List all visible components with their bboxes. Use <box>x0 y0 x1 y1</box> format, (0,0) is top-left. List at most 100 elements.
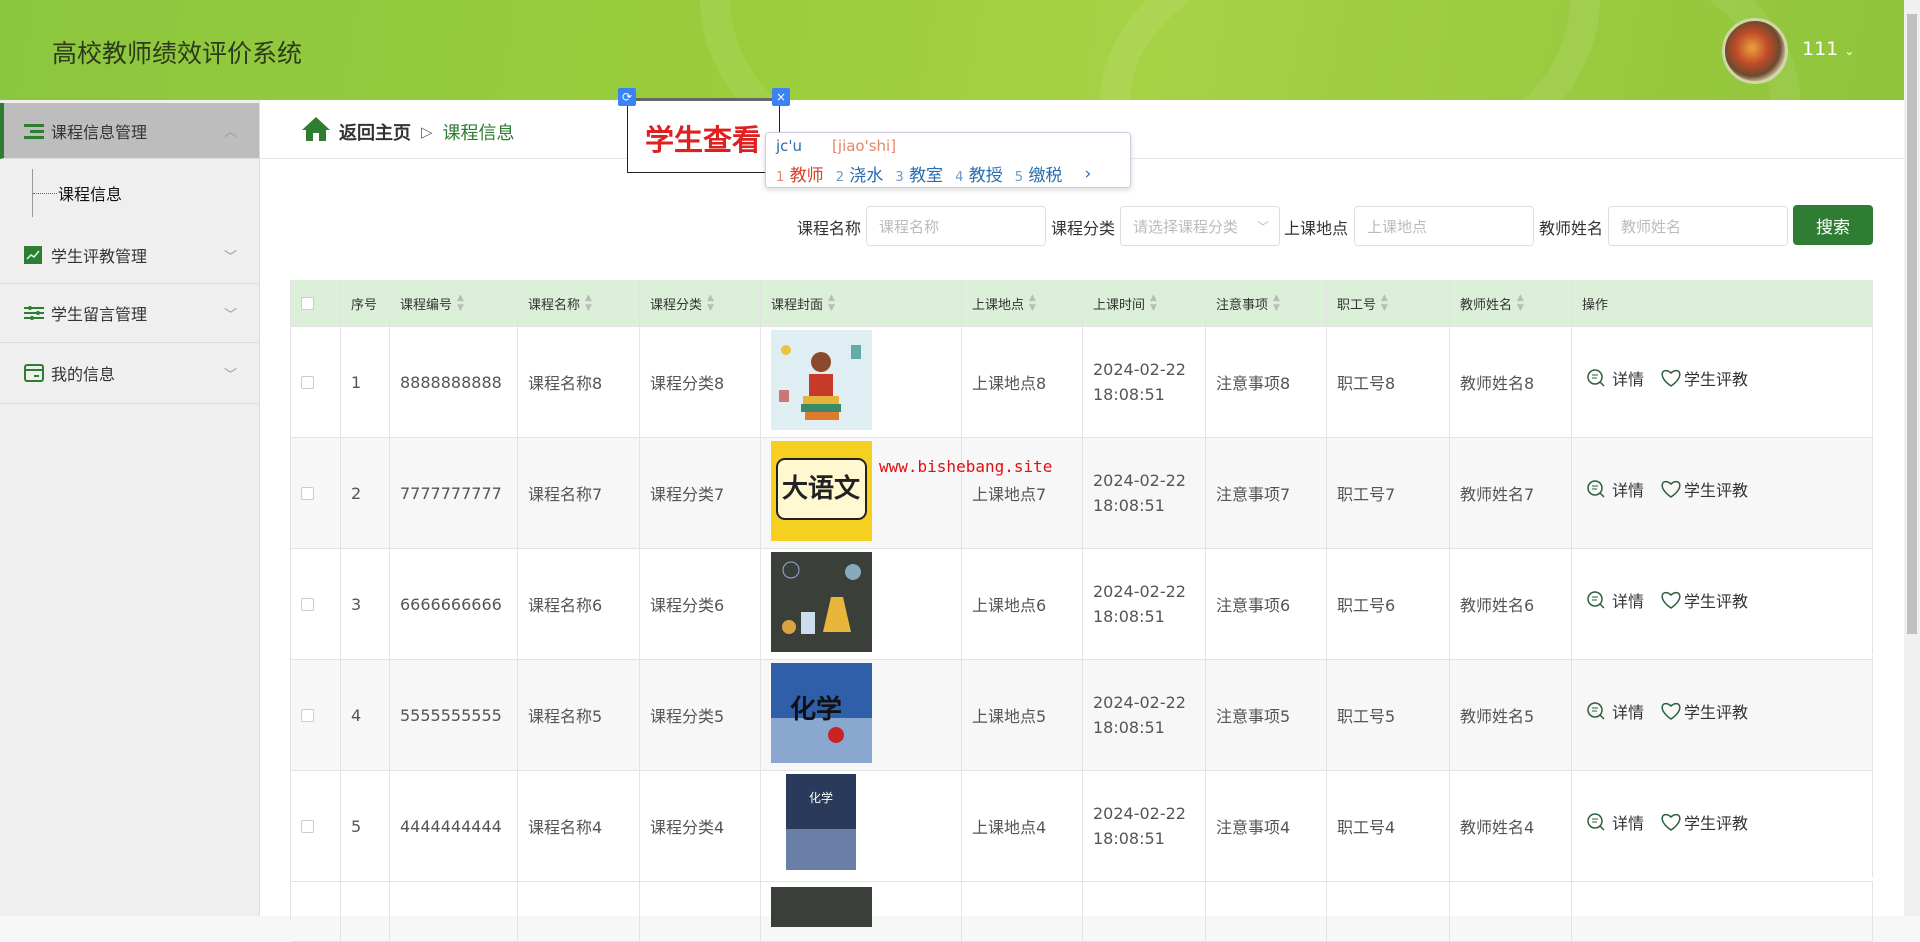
select-all-checkbox[interactable] <box>301 297 314 310</box>
search-button[interactable]: 搜索 <box>1793 205 1873 245</box>
course-location: 上课地点4 <box>972 814 1046 838</box>
ime-next-page-icon[interactable]: › <box>1084 164 1091 184</box>
watermark: www.bishebang.site <box>879 457 1052 476</box>
column-header[interactable]: 上课时间 <box>1093 294 1145 313</box>
heart-icon <box>1660 701 1682 721</box>
course-name: 课程名称4 <box>528 814 602 838</box>
sort-icon[interactable]: ▲▼ <box>1273 293 1280 313</box>
course-name-input[interactable]: 课程名称 <box>866 206 1046 246</box>
detail-button[interactable]: 详情 <box>1586 366 1644 390</box>
course-category: 课程分类4 <box>650 814 724 838</box>
teacher-name: 教师姓名5 <box>1460 703 1534 727</box>
column-header[interactable]: 课程编号 <box>400 294 452 313</box>
staff-id: 职工号5 <box>1337 703 1395 727</box>
course-name-label: 课程名称 <box>797 215 861 239</box>
breadcrumb: 返回主页 ▷ 课程信息 <box>301 116 515 147</box>
teacher-input[interactable]: 教师姓名 <box>1608 206 1788 246</box>
sort-icon[interactable]: ▲▼ <box>457 293 464 313</box>
sidebar-item-message-management[interactable]: 学生留言管理 ﹀ <box>0 284 259 343</box>
category-select[interactable]: 请选择课程分类 ﹀ <box>1120 206 1280 246</box>
teacher-name: 教师姓名7 <box>1460 481 1534 505</box>
ime-candidate-popup: jc'u[jiao'shi] 1 教师2 浇水3 教室4 教授5 缴税› <box>765 132 1131 188</box>
sort-icon[interactable]: ▲▼ <box>707 293 714 313</box>
sort-icon[interactable]: ▲▼ <box>585 293 592 313</box>
refresh-icon[interactable]: ⟳ <box>618 88 636 106</box>
sidebar-item-my-info[interactable]: 我的信息 ﹀ <box>0 343 259 404</box>
row-checkbox[interactable] <box>301 709 314 722</box>
heart-icon <box>1660 479 1682 499</box>
column-header[interactable]: 职工号 <box>1337 294 1376 313</box>
row-index: 2 <box>351 484 361 503</box>
course-category: 课程分类5 <box>650 703 724 727</box>
breadcrumb-home-link[interactable]: 返回主页 <box>339 119 411 145</box>
column-header[interactable]: 课程名称 <box>528 294 580 313</box>
column-header[interactable]: 上课地点 <box>972 294 1024 313</box>
course-time: 2024-02-2218:08:51 <box>1093 690 1186 740</box>
row-checkbox[interactable] <box>301 487 314 500</box>
location-input[interactable]: 上课地点 <box>1354 206 1534 246</box>
username: 111 <box>1802 38 1838 60</box>
chevron-down-icon: ﹀ <box>1257 218 1269 235</box>
table-row: 27777777777课程名称7课程分类7大语文上课地点72024-02-221… <box>291 438 1873 549</box>
staff-id: 职工号4 <box>1337 814 1395 838</box>
sort-icon[interactable]: ▲▼ <box>1150 293 1157 313</box>
user-menu[interactable]: 111 ⌄ <box>1802 38 1854 60</box>
course-time: 2024-02-2218:08:51 <box>1093 357 1186 407</box>
course-category: 课程分类8 <box>650 370 724 394</box>
ime-candidate[interactable]: 5 缴税 <box>1015 161 1063 186</box>
detail-button[interactable]: 详情 <box>1586 477 1644 501</box>
sort-icon[interactable]: ▲▼ <box>1517 293 1524 313</box>
column-header[interactable]: 注意事项 <box>1216 294 1268 313</box>
detail-button[interactable]: 详情 <box>1586 699 1644 723</box>
teacher-name: 教师姓名8 <box>1460 370 1534 394</box>
svg-text:化学: 化学 <box>790 694 842 725</box>
sort-icon[interactable]: ▲▼ <box>828 293 835 313</box>
table-row: 54444444444课程名称4课程分类4化学上课地点42024-02-2218… <box>291 771 1873 882</box>
ime-candidate[interactable]: 4 教授 <box>955 161 1003 186</box>
ime-candidate[interactable]: 2 浇水 <box>836 161 884 186</box>
row-index: 4 <box>351 706 361 725</box>
card-icon <box>24 364 44 382</box>
sidebar-item-course-management[interactable]: 课程信息管理 ︿ <box>0 103 259 159</box>
column-header[interactable]: 课程分类 <box>650 294 702 313</box>
detail-button[interactable]: 详情 <box>1586 588 1644 612</box>
avatar[interactable] <box>1722 18 1788 84</box>
chevron-down-icon: ﹀ <box>224 364 237 383</box>
column-header[interactable]: 教师姓名 <box>1460 294 1512 313</box>
close-icon[interactable]: × <box>772 88 790 106</box>
heart-icon <box>1660 368 1682 388</box>
column-header: 操作 <box>1582 294 1608 313</box>
row-index: 1 <box>351 373 361 392</box>
course-name: 课程名称8 <box>528 370 602 394</box>
detail-icon <box>1586 368 1606 388</box>
evaluate-button[interactable]: 学生评教 <box>1660 699 1748 723</box>
location-label: 上课地点 <box>1284 215 1348 239</box>
staff-id: 职工号6 <box>1337 592 1395 616</box>
ime-candidate[interactable]: 3 教室 <box>895 161 943 186</box>
evaluate-button[interactable]: 学生评教 <box>1660 477 1748 501</box>
course-note: 注意事项6 <box>1216 592 1290 616</box>
ime-candidate[interactable]: 1 教师 <box>776 161 824 186</box>
list-icon <box>24 122 44 140</box>
course-cover-image <box>771 330 872 434</box>
sidebar-item-label: 课程信息管理 <box>51 119 147 143</box>
row-checkbox[interactable] <box>301 598 314 611</box>
detail-button[interactable]: 详情 <box>1586 810 1644 834</box>
evaluate-button[interactable]: 学生评教 <box>1660 810 1748 834</box>
sort-icon[interactable]: ▲▼ <box>1381 293 1388 313</box>
row-checkbox[interactable] <box>301 376 314 389</box>
course-note: 注意事项5 <box>1216 703 1290 727</box>
sort-icon[interactable]: ▲▼ <box>1029 293 1036 313</box>
sidebar-item-evaluation-management[interactable]: 学生评教管理 ﹀ <box>0 227 259 284</box>
sidebar-item-course-info[interactable]: 课程信息 <box>0 159 259 227</box>
sliders-icon <box>24 304 44 322</box>
home-icon[interactable] <box>301 116 331 147</box>
table-row: 36666666666课程名称6课程分类6上课地点62024-02-2218:0… <box>291 549 1873 660</box>
column-header[interactable]: 课程封面 <box>771 294 823 313</box>
row-checkbox[interactable] <box>301 820 314 833</box>
evaluate-button[interactable]: 学生评教 <box>1660 366 1748 390</box>
category-placeholder: 请选择课程分类 <box>1133 216 1238 237</box>
detail-icon <box>1586 812 1606 832</box>
scrollbar-thumb[interactable] <box>1907 14 1917 634</box>
evaluate-button[interactable]: 学生评教 <box>1660 588 1748 612</box>
